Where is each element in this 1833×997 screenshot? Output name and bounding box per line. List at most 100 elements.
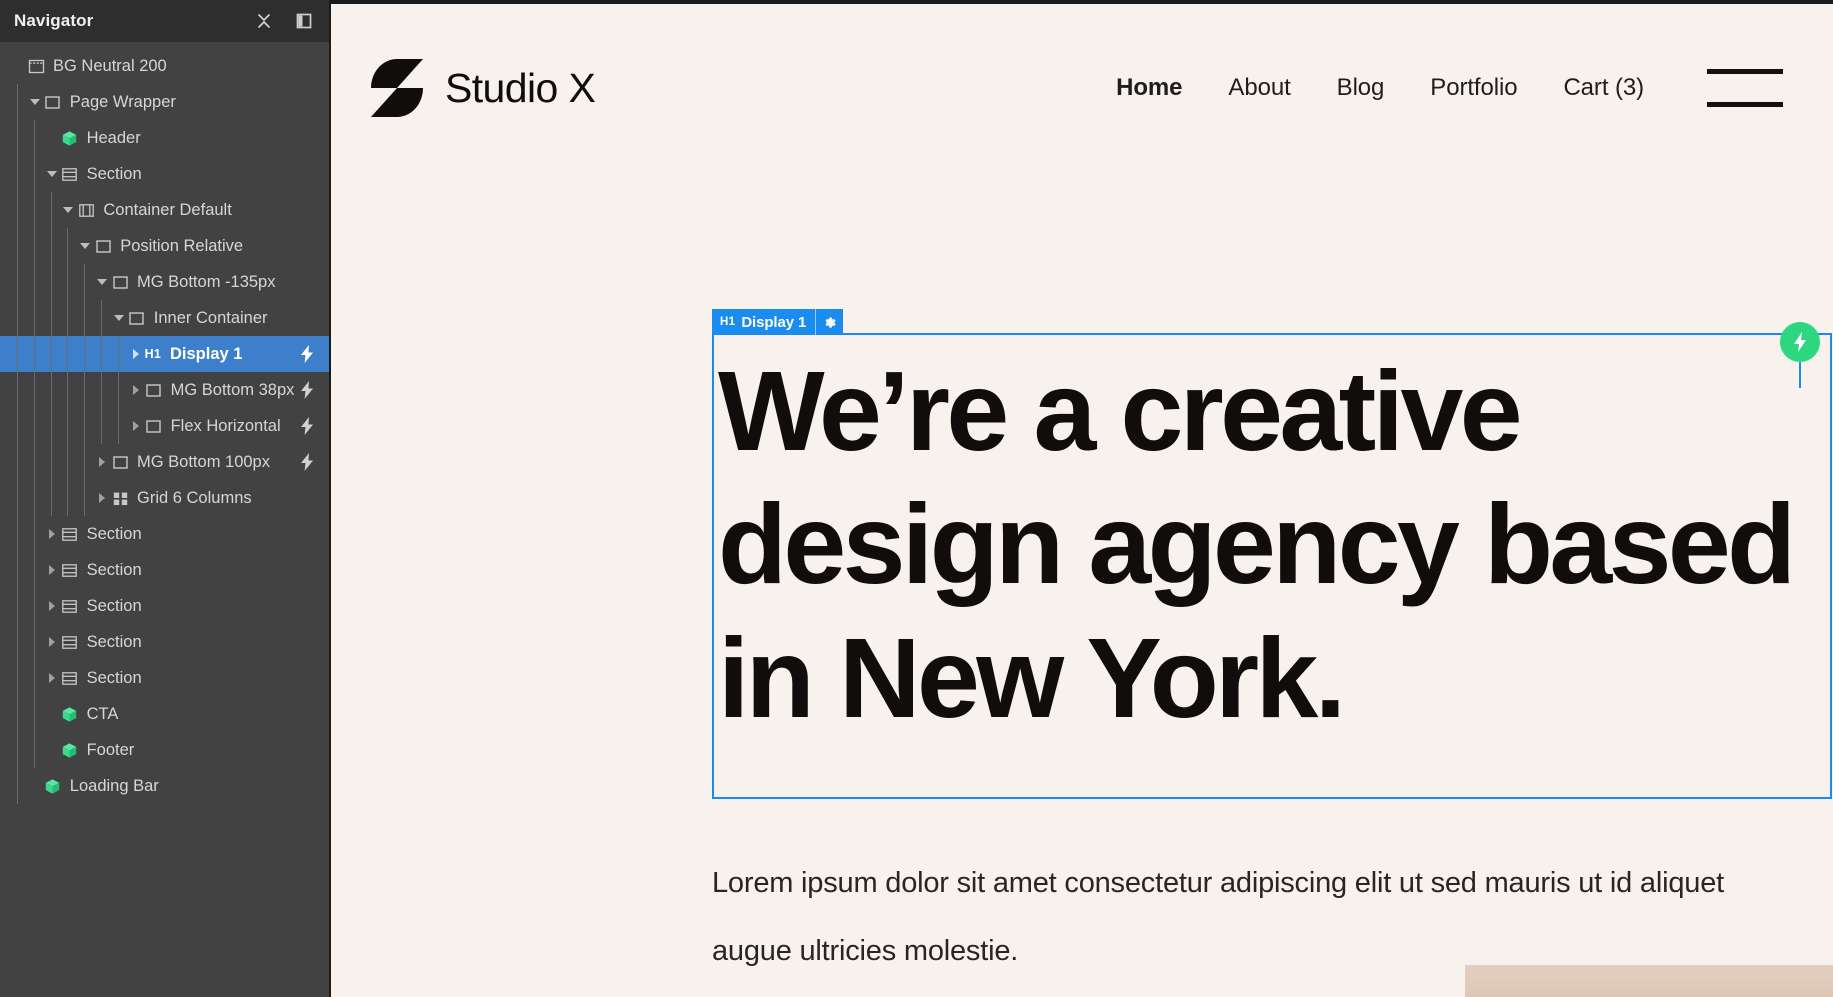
tree-row-label: Section <box>86 668 142 687</box>
tree-row[interactable]: Flex Horizontal <box>0 408 329 444</box>
canvas-area: Studio X Home About Blog Portfolio Cart (3) … <box>331 0 1833 997</box>
tree-row[interactable]: Footer <box>0 732 329 768</box>
chevron-down-icon[interactable] <box>27 84 43 120</box>
tree-row[interactable]: Grid 6 Columns <box>0 480 329 516</box>
chevron-down-icon[interactable] <box>94 264 110 300</box>
chevron-down-icon[interactable] <box>111 300 127 336</box>
div-icon <box>110 444 130 480</box>
tree-row-selected[interactable]: H1 Display 1 <box>0 336 329 372</box>
tree-row-label: Footer <box>86 740 135 759</box>
lightning-bolt-icon <box>301 345 313 363</box>
tree-row[interactable]: BG Neutral 200 <box>0 48 329 84</box>
twisty-spacer <box>27 768 43 804</box>
tree-row[interactable]: Section <box>0 660 329 696</box>
heading-level-tag: H1 <box>144 347 161 361</box>
tree-row[interactable]: Inner Container <box>0 300 329 336</box>
lightning-bolt-icon <box>301 381 313 399</box>
tree-row-label: Inner Container <box>153 308 268 327</box>
tree-row[interactable]: Section <box>0 156 329 192</box>
nav-link-blog[interactable]: Blog <box>1314 74 1408 102</box>
selected-element-outline[interactable]: H1 Display 1 We’re a creative design age… <box>712 309 1832 799</box>
chevron-down-icon[interactable] <box>60 192 76 228</box>
div-icon <box>43 84 63 120</box>
tree-row-label: Grid 6 Columns <box>137 488 252 507</box>
chevron-right-icon[interactable] <box>128 372 144 408</box>
tree-row[interactable]: MG Bottom 100px <box>0 444 329 480</box>
marker-stem <box>1799 362 1801 388</box>
chevron-right-icon[interactable] <box>44 588 60 624</box>
tree-row-label: Loading Bar <box>69 776 159 795</box>
tree-row[interactable]: Page Wrapper <box>0 84 329 120</box>
section-icon <box>60 516 80 552</box>
tree-row-label: Display 1 <box>169 344 243 363</box>
lightning-bolt-icon <box>301 453 313 471</box>
component-icon <box>60 120 80 156</box>
hamburger-menu-icon[interactable] <box>1707 69 1783 107</box>
tree-row-label: BG Neutral 200 <box>53 56 167 75</box>
chevron-right-icon[interactable] <box>94 480 110 516</box>
triangle <box>48 565 55 575</box>
lightning-bolt-icon <box>301 417 313 435</box>
selection-badge[interactable]: H1 Display 1 <box>712 309 844 335</box>
tree-row[interactable]: Section <box>0 588 329 624</box>
tree-row[interactable]: CTA <box>0 696 329 732</box>
collapse-all-icon[interactable] <box>253 10 275 32</box>
hero-heading: We’re a creative design agency based in … <box>718 348 1796 741</box>
twisty-spacer <box>44 120 60 156</box>
chevron-right-icon[interactable] <box>128 408 144 444</box>
chevron-right-icon[interactable] <box>44 624 60 660</box>
tree-row[interactable]: Header <box>0 120 329 156</box>
chevron-down-icon[interactable] <box>77 228 93 264</box>
tree-row[interactable]: Position Relative <box>0 228 329 264</box>
div-icon <box>144 372 164 408</box>
section-icon <box>60 552 80 588</box>
chevron-down-icon[interactable] <box>44 156 60 192</box>
tree-row[interactable]: MG Bottom -135px <box>0 264 329 300</box>
tree-row[interactable]: MG Bottom 38px <box>0 372 329 408</box>
body-icon <box>26 48 46 84</box>
tree-row[interactable]: Loading Bar <box>0 768 329 804</box>
nav-link-about[interactable]: About <box>1205 74 1313 102</box>
triangle <box>113 315 124 321</box>
chevron-right-icon[interactable] <box>44 516 60 552</box>
component-icon <box>60 732 80 768</box>
twisty-spacer <box>44 696 60 732</box>
hamburger-line <box>1707 69 1783 74</box>
tree-row-label: MG Bottom -135px <box>137 272 276 291</box>
chevron-right-icon[interactable] <box>94 444 110 480</box>
tree-row[interactable]: Container Default <box>0 192 329 228</box>
tree-row-label: Section <box>86 632 142 651</box>
triangle <box>29 99 40 105</box>
tree-row[interactable]: Section <box>0 552 329 588</box>
tree-row[interactable]: Section <box>0 624 329 660</box>
panel-layout-icon[interactable] <box>293 10 315 32</box>
chevron-right-icon[interactable] <box>44 660 60 696</box>
div-icon <box>127 300 147 336</box>
nav-link-home[interactable]: Home <box>1093 74 1205 102</box>
triangle <box>48 673 55 683</box>
tree-row-label: Section <box>86 560 142 579</box>
brand-name: Studio X <box>445 64 596 111</box>
section-icon <box>60 156 80 192</box>
nav-link-cart-3[interactable]: Cart (3) <box>1540 74 1667 102</box>
chevron-right-icon[interactable] <box>44 552 60 588</box>
tree-row-label: Section <box>86 524 142 543</box>
section-icon <box>60 660 80 696</box>
tree-row[interactable]: Section <box>0 516 329 552</box>
layer-tree[interactable]: BG Neutral 200 Page Wrapper Header Section C… <box>0 42 329 997</box>
page-canvas[interactable]: Studio X Home About Blog Portfolio Cart (3) … <box>331 4 1833 997</box>
chevron-right-icon[interactable] <box>128 336 144 372</box>
interaction-lightning-icon[interactable] <box>1780 322 1820 388</box>
gear-icon[interactable] <box>815 309 843 335</box>
triangle <box>48 637 55 647</box>
nav-link-portfolio[interactable]: Portfolio <box>1407 74 1540 102</box>
tree-row-label: Header <box>86 128 141 147</box>
brand[interactable]: Studio X <box>371 59 596 117</box>
